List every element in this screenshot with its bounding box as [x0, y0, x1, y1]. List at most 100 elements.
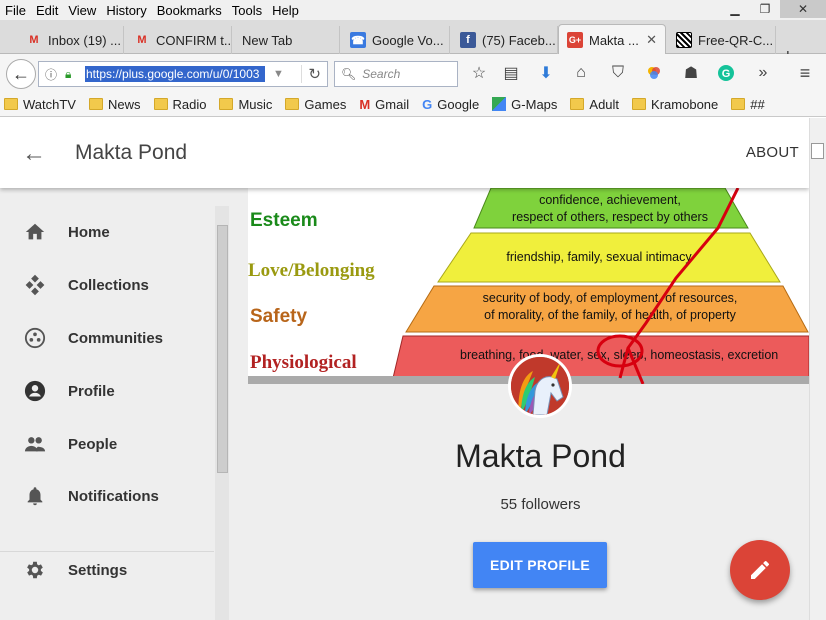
qr-code-icon — [676, 32, 692, 48]
info-icon[interactable]: ⓘ — [45, 66, 61, 83]
tab-label: CONFIRM t... — [156, 32, 232, 48]
reload-icon[interactable]: ↻ — [301, 65, 321, 83]
avatar[interactable] — [508, 354, 572, 418]
page-title: Makta Pond — [75, 141, 188, 164]
folder-icon — [632, 98, 647, 110]
page-scrollbar-thumb[interactable] — [811, 143, 824, 159]
sidebar-item-people[interactable]: People — [0, 424, 214, 464]
search-icon: 🔍︎ — [341, 67, 357, 81]
folder-icon — [285, 98, 300, 110]
overflow-chevron-icon[interactable]: » — [752, 62, 774, 84]
facebook-icon: f — [460, 32, 476, 48]
tab-facebook[interactable]: f (75) Faceb... — [452, 26, 558, 54]
sidebar-scrollbar-thumb[interactable] — [217, 225, 228, 473]
profile-header: ← Makta Pond ABOUT — [0, 118, 809, 188]
folder-icon — [88, 98, 103, 110]
minimize-button[interactable]: ▁ — [720, 0, 750, 18]
tab-google-voice[interactable]: ☎ Google Vo... — [342, 26, 450, 54]
tab-makta[interactable]: G+ Makta ... ✕ — [558, 24, 666, 55]
home-button-icon[interactable]: ⌂ — [570, 62, 592, 84]
compose-fab-button[interactable] — [730, 540, 790, 600]
url-input[interactable]: https://plus.google.com/u/0/1003 — [85, 66, 265, 82]
sidebar-item-label: Notifications — [68, 487, 159, 505]
bookmark-watchtv[interactable]: WatchTV — [4, 97, 76, 112]
menu-help[interactable]: Help — [267, 3, 304, 18]
tab-new-tab[interactable]: New Tab — [234, 26, 340, 54]
folder-icon — [4, 98, 18, 110]
bookmark-gmaps[interactable]: G-Maps — [492, 97, 557, 112]
lock-icon: 🔒︎ — [65, 66, 72, 81]
menu-view[interactable]: View — [63, 3, 101, 18]
reading-list-icon[interactable]: ▤ — [500, 62, 522, 84]
tab-confirm[interactable]: M CONFIRM t... — [126, 26, 232, 54]
level-text: of morality, of the family, of health, o… — [484, 308, 736, 322]
gmail-icon: M — [359, 96, 371, 112]
menu-tools[interactable]: Tools — [227, 3, 267, 18]
back-button[interactable]: ← — [6, 59, 36, 89]
sidebar-item-label: Communities — [68, 329, 164, 347]
bookmark-label: Radio — [172, 96, 207, 112]
sidebar-item-settings[interactable]: Settings — [0, 550, 214, 590]
sidebar-item-profile[interactable]: Profile — [0, 371, 214, 411]
maslow-pyramid-image: Esteem Love/Belonging Safety Physiologic… — [248, 188, 809, 384]
follower-count: 55 followers — [500, 496, 581, 513]
sidebar-item-home[interactable]: Home — [0, 212, 214, 252]
sidebar-item-label: Home — [68, 223, 110, 241]
menu-history[interactable]: History — [101, 3, 151, 18]
tab-label: Free-QR-C... — [698, 32, 774, 48]
close-tab-icon[interactable]: ✕ — [646, 32, 657, 48]
folder-icon — [570, 98, 585, 110]
extension-color-icon[interactable] — [643, 62, 665, 84]
page-scrollbar[interactable] — [809, 118, 826, 620]
tab-label: Makta ... — [589, 32, 639, 48]
sidebar-item-notifications[interactable]: Notifications — [0, 476, 214, 516]
bookmark-adult[interactable]: Adult — [570, 97, 619, 112]
tab-label: (75) Faceb... — [482, 32, 556, 48]
folder-icon — [153, 98, 168, 110]
unicorn-avatar-icon — [511, 357, 569, 415]
bookmark-music[interactable]: Music — [219, 97, 272, 112]
bookmark-news[interactable]: News — [88, 97, 141, 112]
restore-button[interactable]: ❐ — [750, 0, 780, 18]
settings-icon — [22, 557, 48, 583]
sidebar-item-communities[interactable]: Communities — [0, 318, 214, 358]
url-dropdown-icon[interactable]: ▼ — [273, 68, 284, 80]
bookmark-hash[interactable]: ## — [731, 97, 765, 112]
menu-bar: File Edit View History Bookmarks Tools H… — [0, 0, 826, 20]
profile-icon — [22, 378, 48, 404]
bookmark-label: Gmail — [375, 96, 410, 112]
level-label: Safety — [250, 306, 307, 327]
bookmark-label: Kramobone — [651, 96, 719, 112]
people-icon — [22, 431, 48, 457]
gmail-icon: M — [137, 34, 147, 46]
tab-qr-code[interactable]: Free-QR-C... — [668, 26, 776, 54]
pocket-icon[interactable]: ⛉ — [607, 62, 629, 84]
bookmark-label: G-Maps — [511, 96, 558, 112]
sidebar-item-label: People — [68, 435, 118, 453]
level-label: Esteem — [250, 210, 318, 231]
download-icon[interactable]: ⬇ — [535, 62, 557, 84]
bookmark-gmail[interactable]: M Gmail — [359, 97, 409, 112]
menu-bookmarks[interactable]: Bookmarks — [152, 3, 227, 18]
bookmark-kramobone[interactable]: Kramobone — [632, 97, 718, 112]
bookmark-radio[interactable]: Radio — [153, 96, 207, 112]
close-window-button[interactable]: ✕ — [780, 0, 826, 18]
bookmarks-toolbar: WatchTV News Radio Music Games M Gmail GG… — [0, 92, 826, 117]
hamburger-menu-icon[interactable]: ≡ — [794, 62, 816, 84]
about-link[interactable]: ABOUT — [746, 144, 799, 161]
url-bar[interactable]: ⓘ 🔒︎ https://plus.google.com/u/0/1003 ▼ … — [38, 61, 328, 87]
home-icon — [22, 219, 48, 245]
menu-file[interactable]: File — [0, 3, 31, 18]
back-arrow-icon[interactable]: ← — [22, 140, 46, 168]
edit-profile-button[interactable]: EDIT PROFILE — [473, 542, 607, 588]
bookmark-star-icon[interactable]: ☆ — [468, 62, 490, 84]
extension-hat-icon[interactable]: ☗ — [680, 62, 702, 84]
search-input[interactable]: 🔍︎ Search — [334, 61, 458, 87]
bookmark-google[interactable]: G Google — [422, 97, 479, 112]
sidebar-item-collections[interactable]: Collections — [0, 265, 214, 305]
menu-edit[interactable]: Edit — [31, 3, 63, 18]
sidebar-item-label: Collections — [68, 276, 149, 294]
grammarly-icon[interactable]: G — [715, 62, 737, 84]
bookmark-games[interactable]: Games — [285, 97, 346, 112]
tab-inbox[interactable]: M Inbox (19) ... — [18, 26, 124, 54]
